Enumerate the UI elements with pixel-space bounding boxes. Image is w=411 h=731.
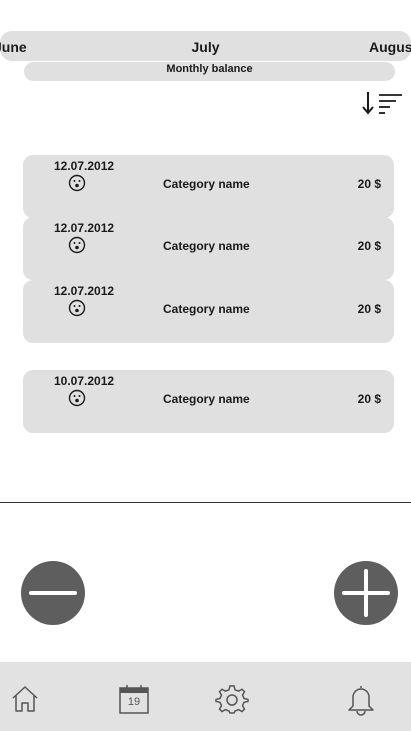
surprised-face-icon [68, 174, 86, 192]
transaction-category: Category name [163, 392, 250, 406]
gear-icon [215, 685, 249, 714]
minus-icon [29, 591, 77, 595]
month-next[interactable]: August [369, 39, 411, 55]
transaction-item[interactable]: 12.07.2012 Category name 20 $ [23, 217, 394, 280]
surprised-face-icon [68, 299, 86, 317]
divider [0, 502, 411, 503]
transaction-category: Category name [163, 239, 250, 253]
transaction-item[interactable]: 12.07.2012 Category name 20 $ [23, 280, 394, 343]
add-income-button[interactable] [334, 561, 398, 625]
remove-expense-button[interactable] [21, 561, 85, 625]
nav-settings[interactable] [215, 682, 249, 716]
sort-icon[interactable] [360, 89, 404, 119]
transaction-amount: 20 $ [357, 239, 381, 253]
transaction-category: Category name [163, 177, 250, 191]
transaction-date: 10.07.2012 [54, 374, 115, 388]
transaction-item[interactable]: 12.07.2012 Category name 20 $ [23, 155, 394, 218]
monthly-balance-bar[interactable]: Monthly balance [24, 62, 395, 81]
transaction-date: 12.07.2012 [54, 284, 115, 298]
bell-icon [348, 686, 374, 716]
transaction-date: 12.07.2012 [54, 221, 115, 235]
calendar-day: 19 [127, 696, 141, 708]
transaction-amount: 20 $ [357, 302, 381, 316]
transaction-date: 12.07.2012 [54, 159, 115, 173]
surprised-face-icon [68, 236, 86, 254]
transaction-category: Category name [163, 302, 250, 316]
month-selector[interactable]: June July August [0, 31, 411, 61]
plus-icon [342, 569, 390, 617]
nav-home[interactable] [8, 682, 42, 716]
nav-notifications[interactable] [344, 682, 378, 716]
transaction-item[interactable]: 10.07.2012 Category name 20 $ [23, 370, 394, 433]
transaction-amount: 20 $ [357, 392, 381, 406]
bottom-navigation: 19 [0, 662, 411, 731]
home-icon [12, 686, 38, 712]
nav-calendar[interactable]: 19 [117, 682, 151, 716]
month-current: July [191, 39, 220, 55]
transaction-amount: 20 $ [357, 177, 381, 191]
surprised-face-icon [68, 389, 86, 407]
